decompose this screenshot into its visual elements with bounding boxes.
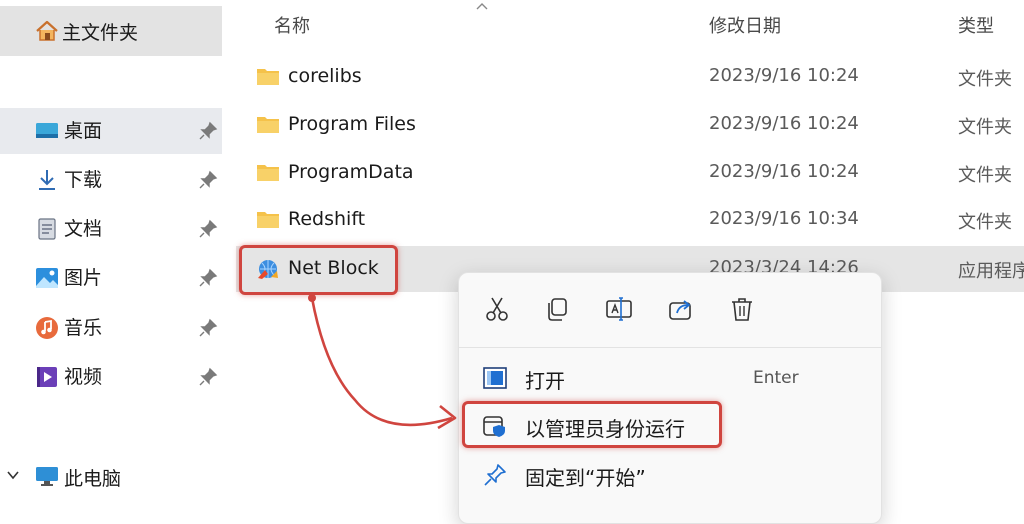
- arrow-head: [437, 404, 457, 430]
- arrow-curve: [310, 297, 453, 427]
- annotation-arrow: [308, 294, 457, 430]
